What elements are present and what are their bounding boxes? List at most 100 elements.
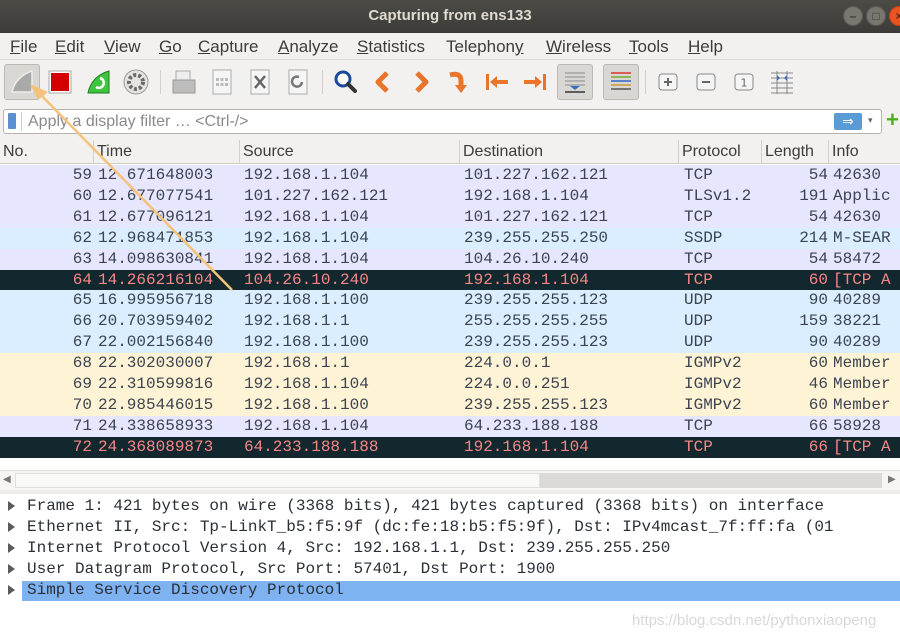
detail-tree-item[interactable]: Frame 1: 421 bytes on wire (3368 bits), … <box>0 496 900 517</box>
packet-row[interactable]: 65 16.995956718 192.168.1.100 239.255.255.1… <box>0 290 900 312</box>
find-packet-button[interactable] <box>327 64 363 100</box>
menu-tools[interactable]: Tools <box>629 37 669 57</box>
packet-time: 22.002156840 <box>98 333 214 352</box>
menu-telephony[interactable]: Telephony <box>446 37 524 57</box>
column-header-no[interactable]: No. <box>0 143 28 165</box>
menu-file[interactable]: File <box>10 37 37 57</box>
packet-source: 192.168.1.104 <box>244 228 369 247</box>
packet-row[interactable]: 61 12.677096121 192.168.1.104 101.227.162.1… <box>0 206 900 228</box>
packet-list-horizontal-scrollbar[interactable]: ◀ ▶ <box>0 470 900 490</box>
bookmark-icon[interactable] <box>8 113 16 129</box>
detail-item-label: User Datagram Protocol, Src Port: 57401,… <box>27 560 556 578</box>
restart-fin-icon <box>87 70 110 94</box>
packet-protocol: TCP <box>684 207 713 226</box>
column-header-destination[interactable]: Destination <box>460 143 543 165</box>
packet-protocol: UDP <box>684 312 713 331</box>
restart-capture-button[interactable] <box>80 64 116 100</box>
expand-triangle-icon[interactable] <box>8 585 15 595</box>
column-header-source[interactable]: Source <box>240 143 294 165</box>
resize-columns-button[interactable] <box>764 64 800 100</box>
menu-capture[interactable]: Capture <box>198 37 258 57</box>
menu-go[interactable]: Go <box>159 37 182 57</box>
packet-row[interactable]: 62 12.968471853 192.168.1.104 239.255.255.2… <box>0 227 900 249</box>
packet-source: 192.168.1.104 <box>244 375 369 393</box>
packet-source: 104.26.10.240 <box>244 270 369 289</box>
menu-help[interactable]: Help <box>688 37 723 57</box>
zoom-out-button[interactable] <box>688 64 724 100</box>
menu-wireless[interactable]: Wireless <box>546 37 611 57</box>
add-filter-button-button[interactable]: + <box>886 109 900 131</box>
minimize-button[interactable]: – <box>843 6 863 26</box>
packet-no: 67 <box>72 333 92 352</box>
close-file-button[interactable] <box>242 64 278 100</box>
auto-scroll-button[interactable] <box>557 64 593 100</box>
stop-capture-button[interactable] <box>42 64 78 100</box>
reload-file-button[interactable] <box>280 64 316 100</box>
scrollbar-thumb[interactable] <box>15 473 540 488</box>
go-to-packet-button[interactable] <box>441 64 477 100</box>
packet-row[interactable]: 64 14.266216104 104.26.10.240 192.168.1.104… <box>0 269 900 291</box>
go-first-packet-button[interactable] <box>479 64 515 100</box>
menu-view[interactable]: View <box>104 37 141 57</box>
packet-row[interactable]: 72 24.368089873 64.233.188.188 192.168.1.10… <box>0 436 900 458</box>
packet-protocol: UDP <box>684 291 713 310</box>
colorize-button[interactable] <box>603 64 639 100</box>
packet-row[interactable]: 63 14.098630841 192.168.1.104 104.26.10.240… <box>0 248 900 270</box>
expand-triangle-icon[interactable] <box>8 501 15 511</box>
detail-tree-item[interactable]: Simple Service Discovery Protocol <box>0 580 900 601</box>
packet-length: 46 <box>808 375 828 393</box>
start-capture-button[interactable] <box>4 64 40 100</box>
maximize-button[interactable]: □ <box>866 6 886 26</box>
packet-time: 24.368089873 <box>98 437 214 456</box>
scrollbar-trough[interactable] <box>540 473 882 488</box>
packet-length: 60 <box>808 395 828 414</box>
detail-tree-item[interactable]: User Datagram Protocol, Src Port: 57401,… <box>0 559 900 580</box>
packet-row[interactable]: 66 20.703959402 192.168.1.1 255.255.255.255… <box>0 311 900 333</box>
column-header-length[interactable]: Length <box>762 143 814 165</box>
expand-triangle-icon[interactable] <box>8 564 15 574</box>
packet-row[interactable]: 70 22.985446015 192.168.1.100 239.255.255.1… <box>0 394 900 416</box>
expand-triangle-icon[interactable] <box>8 543 15 553</box>
packet-row[interactable]: 59 12.671648003 192.168.1.104 101.227.162.1… <box>0 165 900 186</box>
scroll-left-icon[interactable]: ◀ <box>3 474 11 485</box>
menu-analyze[interactable]: Analyze <box>278 37 338 57</box>
display-filter-input[interactable] <box>28 111 808 132</box>
apply-filter-button[interactable]: ⇒ <box>834 113 862 130</box>
filter-history-dropdown[interactable]: ▾ <box>868 115 873 126</box>
normal-size-button[interactable]: 1 <box>726 64 762 100</box>
detail-tree-item[interactable]: Internet Protocol Version 4, Src: 192.16… <box>0 538 900 559</box>
column-header-protocol[interactable]: Protocol <box>679 143 741 165</box>
packet-length: 60 <box>808 354 828 373</box>
zoom-in-button[interactable] <box>650 64 686 100</box>
packet-info: 40289 <box>833 291 882 310</box>
packet-row[interactable]: 67 22.002156840 192.168.1.100 239.255.255.1… <box>0 332 900 354</box>
menu-statistics[interactable]: Statistics <box>357 37 425 57</box>
detail-tree-item[interactable]: Ethernet II, Src: Tp-LinkT_b5:f5:9f (dc:… <box>0 517 900 538</box>
expand-triangle-icon[interactable] <box>8 522 15 532</box>
column-header-info[interactable]: Info <box>829 143 859 165</box>
goto-packet-icon <box>449 71 467 93</box>
packet-length: 54 <box>808 207 828 226</box>
scroll-right-icon[interactable]: ▶ <box>888 474 896 485</box>
detail-item-label: Ethernet II, Src: Tp-LinkT_b5:f5:9f (dc:… <box>27 518 834 536</box>
menu-label-part: ools <box>637 37 669 56</box>
go-back-button[interactable] <box>365 64 401 100</box>
packet-row[interactable]: 60 12.677077541 101.227.162.121 192.168.1.1… <box>0 185 900 207</box>
colorize-icon <box>611 72 631 90</box>
menu-label-part: G <box>159 37 173 56</box>
column-header-time[interactable]: Time <box>94 143 132 165</box>
packet-destination: 101.227.162.121 <box>464 207 609 226</box>
reload-icon <box>288 69 308 95</box>
go-forward-button[interactable] <box>403 64 439 100</box>
packet-row[interactable]: 69 22.310599816 192.168.1.104 224.0.0.251 IG… <box>0 374 900 395</box>
go-last-packet-button[interactable] <box>517 64 553 100</box>
packet-row[interactable]: 68 22.302030007 192.168.1.1 224.0.0.1 IGMPv2… <box>0 353 900 375</box>
packet-source: 192.168.1.104 <box>244 207 369 226</box>
menu-edit[interactable]: Edit <box>55 37 84 57</box>
packet-protocol: TLSv1.2 <box>684 186 752 205</box>
open-file-button[interactable] <box>166 64 202 100</box>
capture-options-button[interactable] <box>118 64 154 100</box>
packet-row[interactable]: 71 24.338658933 192.168.1.104 64.233.188.18… <box>0 415 900 437</box>
save-file-button[interactable] <box>204 64 240 100</box>
packet-info: 38221 <box>833 312 882 331</box>
